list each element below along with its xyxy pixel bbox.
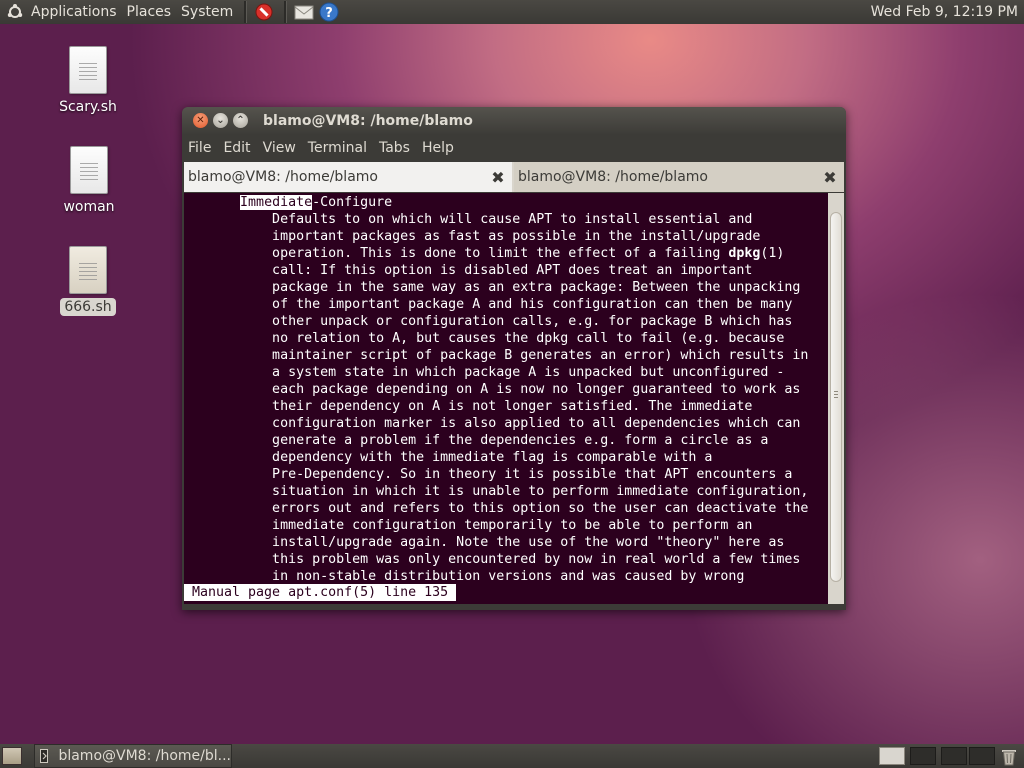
desktop-icon-666-sh[interactable]: 666.sh	[48, 246, 128, 316]
menu-view[interactable]: View	[257, 135, 302, 161]
menu-edit[interactable]: Edit	[217, 135, 256, 161]
panel-separator	[284, 1, 288, 23]
workspace-4[interactable]	[969, 747, 995, 765]
menu-terminal[interactable]: Terminal	[302, 135, 373, 161]
tab-terminal-2[interactable]: blamo@VM8: /home/blamo ✖	[514, 162, 844, 192]
close-icon[interactable]: ✖	[490, 168, 506, 187]
option-description: Defaults to on which will cause APT to i…	[272, 212, 809, 584]
svg-text:?: ?	[325, 6, 333, 21]
pager-status-line: Manual page apt.conf(5) line 135	[184, 584, 457, 601]
desktop-icon-label: woman	[63, 199, 115, 215]
no-entry-icon[interactable]	[253, 1, 275, 23]
menu-tabs[interactable]: Tabs	[373, 135, 416, 161]
window-title: blamo@VM8: /home/blamo	[263, 113, 473, 129]
desktop-icon-woman[interactable]: woman	[49, 146, 129, 216]
terminal-output[interactable]: Immediate-Configure Defaults to on which…	[184, 193, 828, 604]
mail-icon[interactable]	[293, 1, 315, 23]
terminal-icon	[40, 749, 49, 763]
close-icon[interactable]: ✕	[193, 113, 208, 128]
help-icon[interactable]: ?	[318, 1, 340, 23]
close-icon[interactable]: ✖	[822, 168, 838, 187]
workspace-1[interactable]	[879, 747, 905, 765]
desktop-icon-label: 666.sh	[60, 298, 116, 316]
workspace-3[interactable]	[941, 747, 967, 765]
taskbar-label: blamo@VM8: /home/bl...	[58, 748, 231, 764]
top-panel: Applications Places System ? Wed Feb 9, …	[0, 0, 1024, 24]
clock[interactable]: Wed Feb 9, 12:19 PM	[865, 0, 1024, 24]
grip-icon	[834, 391, 838, 400]
menu-file[interactable]: File	[182, 135, 217, 161]
scrollbar-thumb[interactable]	[830, 212, 842, 582]
tab-bar: blamo@VM8: /home/blamo ✖ blamo@VM8: /hom…	[184, 162, 844, 192]
desktop-icon-scary-sh[interactable]: Scary.sh	[48, 46, 128, 116]
tab-label: blamo@VM8: /home/blamo	[518, 169, 708, 185]
script-file-icon	[69, 246, 107, 294]
minimize-icon[interactable]: ⌄	[213, 113, 228, 128]
text-file-icon	[70, 146, 108, 194]
tab-label: blamo@VM8: /home/blamo	[188, 169, 378, 185]
script-file-icon	[69, 46, 107, 94]
menu-help[interactable]: Help	[416, 135, 460, 161]
terminal-window: ✕ ⌄ ⌃ blamo@VM8: /home/blamo File Edit V…	[182, 107, 846, 610]
workspace-2[interactable]	[910, 747, 936, 765]
ubuntu-logo-icon[interactable]	[4, 1, 26, 23]
man-page-text: Immediate-Configure Defaults to on which…	[184, 194, 808, 585]
menu-places[interactable]: Places	[122, 0, 177, 24]
panel-separator	[244, 1, 248, 23]
show-desktop-button[interactable]	[2, 747, 22, 765]
window-menubar: File Edit View Terminal Tabs Help	[182, 135, 846, 161]
search-highlight: Immediate	[240, 195, 313, 210]
desktop-icon-label: Scary.sh	[59, 99, 117, 115]
tab-terminal-1[interactable]: blamo@VM8: /home/blamo ✖	[184, 162, 512, 192]
menu-system[interactable]: System	[176, 0, 238, 24]
window-titlebar[interactable]: ✕ ⌄ ⌃ blamo@VM8: /home/blamo	[182, 107, 846, 135]
menu-applications[interactable]: Applications	[26, 0, 122, 24]
bottom-panel: blamo@VM8: /home/bl...	[0, 744, 1024, 768]
taskbar-window-button[interactable]: blamo@VM8: /home/bl...	[34, 744, 232, 768]
maximize-icon[interactable]: ⌃	[233, 113, 248, 128]
trash-icon[interactable]	[1000, 747, 1018, 766]
option-heading: -Configure	[312, 195, 393, 210]
terminal-scrollbar[interactable]	[828, 193, 844, 604]
